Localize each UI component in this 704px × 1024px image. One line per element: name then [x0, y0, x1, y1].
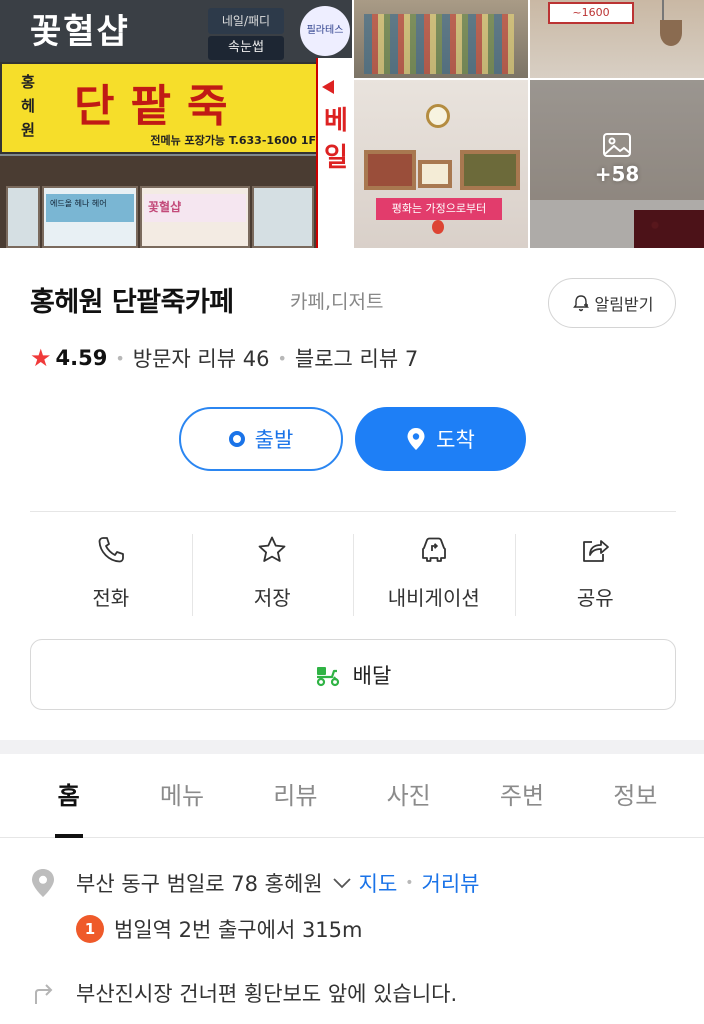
separator-dot: • — [115, 348, 125, 368]
origin-dot-icon — [228, 431, 245, 447]
gallery-photo-main[interactable]: 꽃혈샵 네일/패디 속눈썹 필라테스 홍헤원 단팥죽 전메뉴 포장가능 T.63… — [0, 0, 352, 248]
store-window — [252, 186, 314, 248]
tab-menu[interactable]: 메뉴 — [125, 754, 238, 837]
gallery-photo-3[interactable]: ~1600 — [530, 0, 704, 78]
image-icon — [603, 133, 631, 157]
tab-home[interactable]: 홈 — [12, 754, 125, 837]
phone-sign: ~1600 — [548, 2, 634, 24]
yellow-sign-sub-text: 전메뉴 포장가능 T.633-1600 1F — [150, 134, 316, 147]
navigation-action-label: 내비게이션 — [387, 586, 480, 610]
product-shelf — [364, 14, 514, 74]
car-navigation-icon — [421, 537, 446, 562]
yellow-sign-vertical-text: 홍헤원 — [21, 73, 35, 139]
tab-info[interactable]: 정보 — [579, 754, 692, 837]
tab-reviews[interactable]: 리뷰 — [239, 754, 352, 837]
photo-gallery[interactable]: 꽃혈샵 네일/패디 속눈썹 필라테스 홍헤원 단팥죽 전메뉴 포장가능 T.63… — [0, 0, 704, 248]
wall-banner: 평화는 가정으로부터 — [376, 198, 502, 220]
share-action-label: 공유 — [576, 586, 614, 610]
picture-frame — [418, 160, 452, 188]
section-separator — [0, 740, 704, 754]
address-text[interactable]: 부산 동구 범일로 78 홍헤원 — [76, 868, 323, 898]
subway-line-badge: 1 — [76, 915, 104, 943]
sign-hanja-text: 꽃혈샵 — [30, 12, 130, 52]
more-photos-count: +58 — [594, 162, 640, 186]
store-banner: 꽃혈샵 — [144, 194, 246, 222]
street-view-link[interactable]: 거리뷰 — [422, 868, 480, 898]
delivery-button-label: 배달 — [352, 663, 392, 688]
delivery-scooter-icon — [316, 666, 339, 686]
notification-button[interactable]: 알림받기 — [548, 278, 676, 328]
ornament — [432, 220, 444, 234]
action-row: 전화 저장 내비게이션 공유 — [30, 530, 676, 618]
map-link[interactable]: 지도 — [359, 868, 398, 898]
wall-clock — [426, 104, 450, 128]
navigation-action[interactable]: 내비게이션 — [353, 530, 515, 618]
divider — [30, 511, 676, 512]
location-pin-icon — [32, 869, 54, 897]
save-action-label: 저장 — [253, 586, 291, 610]
start-direction-label: 출발 — [254, 428, 294, 452]
picture-frame — [460, 150, 520, 190]
yellow-store-sign: 홍헤원 단팥죽 전메뉴 포장가능 T.633-1600 1F — [0, 62, 330, 154]
blog-reviews-link[interactable]: 블로그 리뷰 7 — [295, 343, 418, 373]
separator-dot: • — [405, 875, 414, 891]
location-pin-icon — [407, 428, 425, 450]
save-action[interactable]: 저장 — [191, 530, 354, 618]
store-window — [6, 186, 40, 248]
notification-button-label: 알림받기 — [594, 295, 654, 314]
arrive-direction-label: 도착 — [436, 428, 475, 452]
address-row: 부산 동구 범일로 78 홍헤원 지도 • 거리뷰 — [30, 868, 480, 898]
start-direction-button[interactable]: 출발 — [179, 407, 343, 471]
gallery-photo-2[interactable] — [354, 0, 528, 78]
hanging-cord — [662, 0, 664, 22]
more-photos-button[interactable]: +58 — [530, 80, 704, 248]
chevron-down-icon[interactable] — [331, 876, 353, 890]
visitor-reviews-link[interactable]: 방문자 리뷰 46 — [133, 343, 270, 373]
nearest-station-row: 1 범일역 2번 출구에서 315m — [76, 914, 363, 944]
yellow-sign-main-text: 단팥죽 — [74, 81, 244, 132]
side-sign: 베일 — [316, 58, 352, 248]
arrive-direction-button[interactable]: 도착 — [355, 407, 526, 471]
gallery-photo-4[interactable]: 평화는 가정으로부터 — [354, 80, 528, 248]
directions-hint-row: 부산진시장 건너편 횡단보도 앞에 있습니다. — [30, 978, 457, 1008]
rating-value: 4.59 — [55, 346, 108, 370]
delivery-button[interactable]: 배달 — [30, 639, 676, 710]
phone-icon — [98, 537, 124, 563]
hanging-ornament — [660, 20, 682, 46]
storefront: 에드올 헤나 헤어 꽃혈샵 — [0, 156, 316, 248]
picture-frame — [364, 150, 416, 190]
directions-hint-text: 부산진시장 건너편 횡단보도 앞에 있습니다. — [76, 982, 458, 1006]
round-sign: 필라테스 — [300, 6, 350, 56]
place-tabs: 홈 메뉴 리뷰 사진 주변 정보 — [0, 754, 704, 838]
rating-summary: ★ 4.59 • 방문자 리뷰 46 • 블로그 리뷰 7 — [30, 343, 418, 373]
station-distance-text: 범일역 2번 출구에서 315m — [114, 918, 363, 942]
call-action-label: 전화 — [92, 586, 130, 610]
call-action[interactable]: 전화 — [30, 530, 192, 618]
share-icon — [583, 540, 610, 562]
star-icon — [258, 536, 286, 562]
tab-nearby[interactable]: 주변 — [465, 754, 578, 837]
store-banner: 에드올 헤나 헤어 — [46, 194, 134, 222]
tab-photos[interactable]: 사진 — [352, 754, 465, 837]
mini-sign-lash: 속눈썹 — [208, 36, 284, 60]
rating-star-icon: ★ — [30, 344, 52, 372]
bell-plus-icon — [572, 295, 589, 312]
share-action[interactable]: 공유 — [514, 530, 677, 618]
place-category: 카페,디저트 — [290, 291, 384, 313]
mini-sign-nail: 네일/패디 — [208, 8, 284, 34]
arrow-left-icon — [322, 80, 334, 94]
place-title: 홍헤원 단팥죽카페 — [30, 287, 234, 318]
turn-arrow-icon — [35, 984, 53, 1004]
separator-dot: • — [277, 348, 287, 368]
side-sign-text: 베일 — [324, 106, 348, 173]
